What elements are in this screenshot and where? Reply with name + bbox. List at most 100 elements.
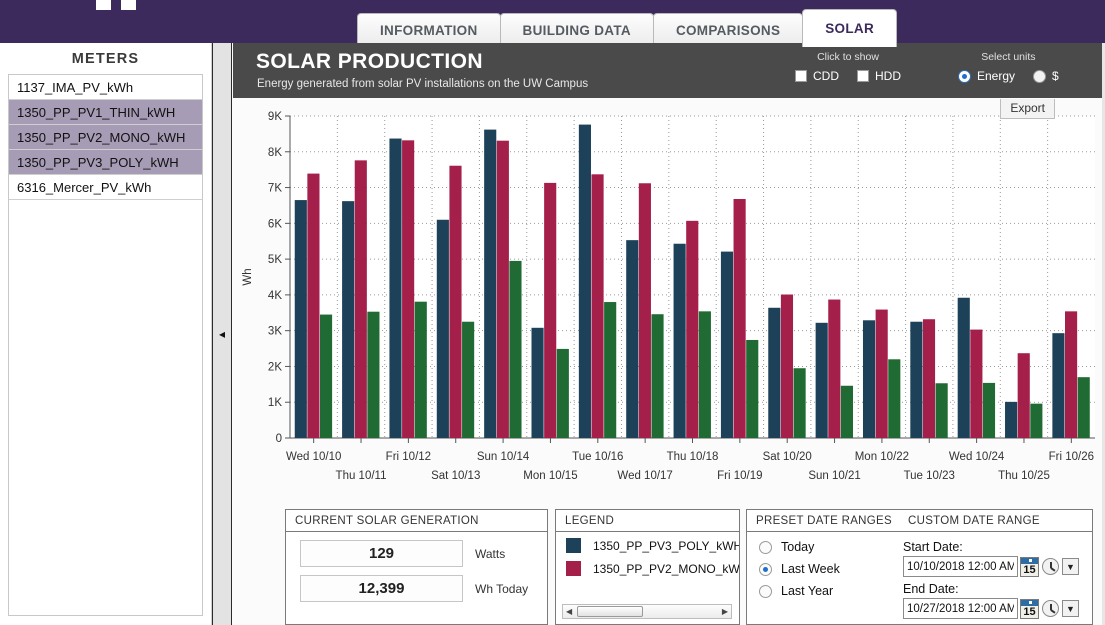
meter-list[interactable]: 1137_IMA_PV_kWh1350_PP_PV1_THIN_kWH1350_… xyxy=(8,74,203,616)
bar[interactable] xyxy=(970,330,982,438)
export-button[interactable]: Export xyxy=(1000,99,1055,119)
bar[interactable] xyxy=(686,221,698,438)
bar[interactable] xyxy=(462,322,474,438)
bar[interactable] xyxy=(1005,402,1017,438)
bar[interactable] xyxy=(342,201,354,438)
bar[interactable] xyxy=(307,174,319,438)
legend-entry[interactable]: 1350_PP_PV3_POLY_kWH xyxy=(566,538,739,553)
preset-last-week[interactable]: Last Week xyxy=(759,562,899,576)
bar[interactable] xyxy=(497,141,509,438)
bar[interactable] xyxy=(734,199,746,438)
legend-entry[interactable]: 1350_PP_PV2_MONO_kWH xyxy=(566,561,739,576)
meter-list-item[interactable]: 6316_Mercer_PV_kWh xyxy=(9,175,202,200)
bar[interactable] xyxy=(721,252,733,438)
x-tick-label: Wed 10/24 xyxy=(949,451,1005,463)
bar[interactable] xyxy=(674,244,686,438)
bar[interactable] xyxy=(604,302,616,438)
tab-information[interactable]: INFORMATION xyxy=(357,13,501,47)
scroll-right-icon[interactable]: ▶ xyxy=(719,607,731,616)
preset-today[interactable]: Today xyxy=(759,540,899,554)
end-date-dropdown-icon[interactable]: ▼ xyxy=(1062,600,1079,617)
bar[interactable] xyxy=(1018,353,1030,438)
bar[interactable] xyxy=(484,130,496,438)
bar[interactable] xyxy=(367,312,379,438)
bar[interactable] xyxy=(841,386,853,438)
end-date-label: End Date: xyxy=(903,582,1092,596)
meter-list-item[interactable]: 1350_PP_PV1_THIN_kWH xyxy=(9,100,202,125)
preset-label: Last Week xyxy=(781,562,840,576)
start-date-calendar-button[interactable]: 15 xyxy=(1020,557,1039,577)
meter-list-item[interactable]: 1350_PP_PV2_MONO_kWH xyxy=(9,125,202,150)
end-date-calendar-button[interactable]: 15 xyxy=(1020,599,1039,619)
bar[interactable] xyxy=(509,261,521,438)
meter-list-item[interactable]: 1350_PP_PV3_POLY_kWH xyxy=(9,150,202,175)
legend-horizontal-scrollbar[interactable]: ◀ ▶ xyxy=(562,604,732,619)
bar[interactable] xyxy=(1030,404,1042,438)
bar[interactable] xyxy=(557,349,569,438)
start-date-dropdown-icon[interactable]: ▼ xyxy=(1062,558,1079,575)
bar[interactable] xyxy=(876,310,888,438)
bar[interactable] xyxy=(415,302,427,438)
scrollbar-thumb[interactable] xyxy=(577,606,643,617)
meter-list-item[interactable]: 1137_IMA_PV_kWh xyxy=(9,75,202,100)
tab-comparisons[interactable]: COMPARISONS xyxy=(653,13,803,47)
bar[interactable] xyxy=(936,383,948,438)
bar[interactable] xyxy=(579,125,591,438)
y-tick-label: 9K xyxy=(268,111,282,123)
preset-label: Last Year xyxy=(781,584,833,598)
radio-icon xyxy=(759,541,772,554)
bar[interactable] xyxy=(828,300,840,438)
bar[interactable] xyxy=(794,368,806,438)
bar[interactable] xyxy=(1052,333,1064,438)
sidebar-collapse-handle[interactable]: ◂ xyxy=(212,43,232,625)
start-time-clock-icon[interactable] xyxy=(1042,558,1059,575)
bar[interactable] xyxy=(781,295,793,438)
y-tick-label: 4K xyxy=(268,290,282,302)
tab-solar[interactable]: SOLAR xyxy=(802,9,897,47)
show-options: CDD HDD xyxy=(795,69,901,83)
bar[interactable] xyxy=(437,220,449,438)
bar[interactable] xyxy=(355,160,367,438)
bar[interactable] xyxy=(389,139,401,438)
tab-building-data[interactable]: BUILDING DATA xyxy=(500,13,654,47)
bar[interactable] xyxy=(768,308,780,438)
legend-label: 1350_PP_PV3_POLY_kWH xyxy=(593,539,739,553)
bar[interactable] xyxy=(888,359,900,438)
bar[interactable] xyxy=(816,323,828,438)
bar[interactable] xyxy=(1078,377,1090,438)
radio-unit-1[interactable]: $ xyxy=(1033,69,1059,83)
bar[interactable] xyxy=(746,340,758,438)
end-time-clock-icon[interactable] xyxy=(1042,600,1059,617)
radio-unit-0[interactable]: Energy xyxy=(958,69,1015,83)
bar[interactable] xyxy=(626,240,638,438)
bar[interactable] xyxy=(402,140,414,438)
bar[interactable] xyxy=(639,183,651,438)
bar[interactable] xyxy=(910,322,922,438)
preset-last-year[interactable]: Last Year xyxy=(759,584,899,598)
bar[interactable] xyxy=(591,174,603,438)
bar[interactable] xyxy=(532,328,544,438)
bar[interactable] xyxy=(958,298,970,438)
show-toggles-group: Click to show CDDHDD xyxy=(795,51,901,83)
units-group-label: Select units xyxy=(958,51,1059,63)
generation-value: 129 xyxy=(300,540,463,567)
bar[interactable] xyxy=(295,200,307,438)
bar[interactable] xyxy=(863,320,875,438)
preset-options: Today Last Week Last Year xyxy=(747,540,899,624)
bar[interactable] xyxy=(449,166,461,438)
start-date-input[interactable] xyxy=(903,556,1018,577)
x-tick-label: Mon 10/22 xyxy=(855,451,909,463)
x-tick-label: Fri 10/19 xyxy=(717,470,762,482)
checkbox-cdd[interactable]: CDD xyxy=(795,69,839,83)
end-date-input[interactable] xyxy=(903,598,1018,619)
bar[interactable] xyxy=(983,383,995,438)
x-tick-label: Thu 10/25 xyxy=(998,470,1050,482)
bar[interactable] xyxy=(699,311,711,438)
checkbox-hdd[interactable]: HDD xyxy=(857,69,901,83)
bar[interactable] xyxy=(651,314,663,438)
bar[interactable] xyxy=(1065,311,1077,438)
scroll-left-icon[interactable]: ◀ xyxy=(563,607,575,616)
bar[interactable] xyxy=(320,315,332,438)
bar[interactable] xyxy=(544,183,556,438)
bar[interactable] xyxy=(923,319,935,438)
